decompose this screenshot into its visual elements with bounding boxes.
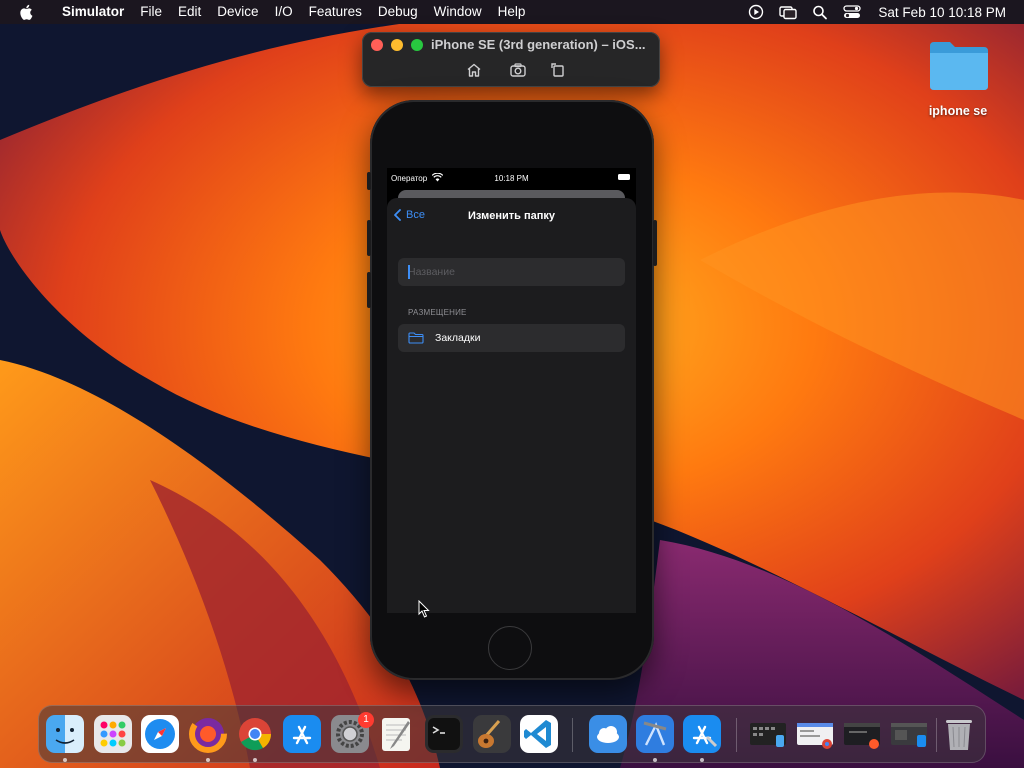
- menu-device[interactable]: Device: [209, 0, 266, 24]
- menu-edit[interactable]: Edit: [170, 0, 209, 24]
- display-mirroring-icon[interactable]: [779, 4, 798, 20]
- location-folder-name: Закладки: [435, 332, 481, 344]
- desktop-folder-label[interactable]: iphone se: [910, 104, 1006, 118]
- minimized-window-thumbnail-1[interactable]: [749, 715, 787, 753]
- home-button[interactable]: [488, 626, 532, 670]
- menu-debug[interactable]: Debug: [370, 0, 426, 24]
- trash-icon[interactable]: [940, 715, 978, 753]
- menu-clock[interactable]: Sat Feb 10 10:18 PM: [878, 5, 1006, 20]
- volume-up-button[interactable]: [367, 220, 371, 256]
- screenshot-camera-icon[interactable]: [509, 61, 527, 79]
- chrome-icon[interactable]: [236, 715, 274, 753]
- running-indicator: [206, 758, 210, 762]
- settings-notification-badge: 1: [358, 712, 374, 728]
- volume-down-button[interactable]: [367, 272, 371, 308]
- running-indicator: [63, 758, 67, 762]
- weather-icon[interactable]: [589, 715, 627, 753]
- dock-separator: [936, 718, 937, 752]
- menu-file[interactable]: File: [132, 0, 170, 24]
- text-cursor: [408, 265, 410, 279]
- edit-folder-sheet: Все Изменить папку РАЗМЕЩЕНИЕ Закладки: [387, 198, 636, 613]
- running-indicator: [700, 758, 704, 762]
- simulator-window-toolbar: iPhone SE (3rd generation) – iOS...: [362, 32, 660, 87]
- dock-separator: [572, 718, 573, 752]
- launchpad-icon[interactable]: [94, 715, 132, 753]
- menu-features[interactable]: Features: [301, 0, 370, 24]
- system-settings-icon[interactable]: 1: [331, 712, 374, 753]
- apple-logo-icon[interactable]: [18, 3, 36, 21]
- location-section-header: РАЗМЕЩЕНИЕ: [408, 308, 467, 317]
- instruments-icon[interactable]: [636, 715, 674, 753]
- safari-icon[interactable]: [141, 715, 179, 753]
- finder-icon[interactable]: [46, 715, 84, 753]
- simulator-window-title: iPhone SE (3rd generation) – iOS...: [431, 37, 646, 52]
- folder-icon: [408, 332, 424, 344]
- folder-name-input[interactable]: [398, 258, 625, 286]
- vscode-icon[interactable]: [520, 715, 558, 753]
- minimized-window-thumbnail-4[interactable]: [890, 715, 928, 753]
- running-indicator: [253, 758, 257, 762]
- ios-status-bar: Оператор 10:18 PM: [387, 168, 636, 188]
- folder-name-field[interactable]: [398, 258, 625, 286]
- control-center-icon[interactable]: [843, 4, 862, 20]
- dock-separator: [736, 718, 737, 752]
- phone-screen: Оператор 10:18 PM Все Изменить папку Наз…: [387, 168, 636, 613]
- zoom-window-button[interactable]: [411, 39, 423, 51]
- app-store-icon[interactable]: [283, 715, 321, 753]
- menu-help[interactable]: Help: [490, 0, 534, 24]
- status-time: 10:18 PM: [494, 174, 529, 183]
- screen-recording-icon[interactable]: [747, 4, 765, 20]
- power-button[interactable]: [653, 220, 657, 266]
- firefox-icon[interactable]: [189, 715, 227, 753]
- battery-icon: [618, 174, 630, 180]
- spotlight-search-icon[interactable]: [811, 4, 829, 20]
- menu-bar: Simulator File Edit Device I/O Features …: [0, 0, 1024, 24]
- minimized-window-thumbnail-3[interactable]: [843, 715, 881, 753]
- running-indicator: [653, 758, 657, 762]
- textedit-icon[interactable]: [378, 715, 416, 753]
- dock: 1: [38, 705, 986, 763]
- garageband-icon[interactable]: [473, 715, 511, 753]
- rotate-device-icon[interactable]: [549, 61, 567, 79]
- location-folder-row[interactable]: Закладки: [398, 324, 625, 352]
- iphone-device-frame: Оператор 10:18 PM Все Изменить папку Наз…: [367, 100, 657, 680]
- menu-app-name[interactable]: Simulator: [50, 0, 132, 24]
- mute-switch[interactable]: [367, 172, 371, 190]
- minimize-window-button[interactable]: [391, 39, 403, 51]
- close-window-button[interactable]: [371, 39, 383, 51]
- desktop-folder-icon[interactable]: [928, 40, 990, 92]
- home-icon[interactable]: [465, 61, 483, 79]
- terminal-icon[interactable]: [425, 715, 463, 753]
- menu-io[interactable]: I/O: [267, 0, 301, 24]
- nav-title: Изменить папку: [468, 210, 555, 222]
- simulator-icon[interactable]: [683, 715, 721, 753]
- minimized-window-thumbnail-2[interactable]: [796, 715, 834, 753]
- mouse-pointer-icon: [418, 600, 430, 618]
- menu-window[interactable]: Window: [426, 0, 490, 24]
